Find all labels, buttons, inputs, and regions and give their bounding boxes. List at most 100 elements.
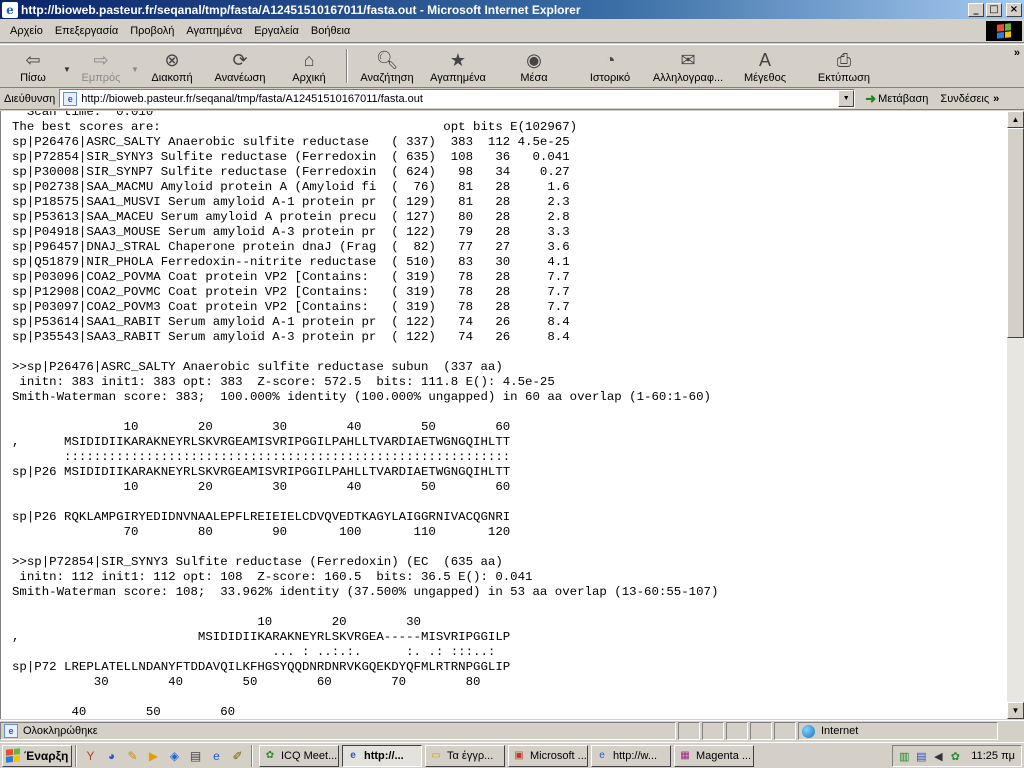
menu-view[interactable]: Προβολή [124, 25, 180, 37]
go-label: Μετάβαση [878, 92, 929, 105]
close-button[interactable]: × [1006, 2, 1022, 17]
back-arrow-icon: ⇦ [25, 49, 41, 70]
task-label: http://w... [613, 749, 658, 762]
toolbar-more-chevron[interactable]: » [1014, 47, 1020, 59]
refresh-label: Ανανέωση [214, 72, 266, 84]
icq-tray-icon[interactable]: ✿ [948, 749, 962, 763]
task-magenta[interactable]: ▦ Magenta ... [674, 744, 754, 767]
ie-app-icon[interactable]: e [2, 1, 18, 18]
clock[interactable]: 11:25 πμ [971, 750, 1015, 762]
links-more-chevron[interactable]: » [993, 93, 999, 105]
media-label: Μέσα [520, 72, 548, 84]
back-button[interactable]: ⇦ Πίσω [6, 45, 60, 87]
printer-icon: ⎙ [836, 49, 852, 70]
address-dropdown-button[interactable]: ▼ [838, 90, 855, 107]
quicklaunch-icon[interactable]: ✎ [123, 747, 142, 765]
size-label: Μέγεθος [743, 72, 786, 84]
windows-flag-icon [6, 748, 20, 763]
media-icon: ◉ [526, 49, 542, 70]
quicklaunch-icon[interactable]: ▶ [144, 747, 163, 765]
task-label: Microsoft ... [530, 749, 587, 762]
mail-icon: ✉ [680, 49, 696, 70]
toolbar-separator [346, 49, 348, 83]
scroll-down-button[interactable]: ▼ [1007, 702, 1024, 719]
menu-file[interactable]: Αρχείο [4, 25, 49, 37]
print-button[interactable]: ⎙ Εκτύπωση [802, 45, 886, 87]
status-cell [726, 722, 748, 740]
task-ie-2[interactable]: e http://w... [591, 744, 671, 767]
task-microsoft[interactable]: ▣ Microsoft ... [508, 744, 588, 767]
back-dropdown[interactable]: ▼ [60, 45, 74, 87]
print-label: Εκτύπωση [817, 72, 871, 84]
refresh-icon: ⟳ [232, 49, 248, 70]
status-cell [774, 722, 796, 740]
quicklaunch-icon[interactable]: ✐ [228, 747, 247, 765]
task-my-documents[interactable]: ▭ Τα έγγρ... [425, 744, 505, 767]
history-label: Ιστορικό [589, 72, 631, 84]
task-label: http://... [364, 749, 404, 762]
start-button[interactable]: Έναρξη [2, 744, 72, 767]
quicklaunch-icon[interactable]: Y [81, 747, 100, 765]
home-button[interactable]: ⌂ Αρχική [278, 45, 340, 87]
stop-icon: ⊗ [164, 49, 180, 70]
go-arrow-icon: ➜ [865, 90, 877, 106]
forward-label: Εμπρός [81, 72, 121, 84]
status-bar: e Ολοκληρώθηκε Internet [0, 720, 1024, 741]
favorites-button[interactable]: ★ Αγαπημένα [420, 45, 496, 87]
forward-button[interactable]: ⇨ Εμπρός [74, 45, 128, 87]
scroll-up-button[interactable]: ▲ [1007, 111, 1024, 128]
start-label: Έναρξη [24, 748, 69, 763]
menu-tools[interactable]: Εργαλεία [248, 25, 305, 37]
page-done-icon: e [4, 724, 18, 738]
address-bar: Διεύθυνση e http://bioweb.pasteur.fr/seq… [0, 88, 1024, 110]
maximize-button[interactable]: □ [986, 2, 1002, 17]
menu-favorites[interactable]: Αγαπημένα [180, 25, 248, 37]
magenta-app-icon: ▦ [680, 750, 690, 761]
taskbar: Έναρξη Y ◕ ✎ ▶ ◈ ▤ e ✐ ✿ ICQ Meet... e h… [0, 742, 1024, 768]
history-button[interactable]: ◔ Ιστορικό [572, 45, 648, 87]
quicklaunch-icon[interactable]: ◈ [165, 747, 184, 765]
task-ie-active[interactable]: e http://... [342, 744, 422, 767]
menu-bar: Αρχείο Επεξεργασία Προβολή Αγαπημένα Εργ… [0, 19, 1024, 43]
mail-button[interactable]: ✉ Αλληλογραφ... [648, 45, 728, 87]
window-title: http://bioweb.pasteur.fr/seqanal/tmp/fas… [21, 2, 581, 17]
taskbar-separator [75, 744, 77, 767]
media-button[interactable]: ◉ Μέσα [496, 45, 572, 87]
search-icon: 🔍︎ [375, 49, 399, 70]
font-size-icon: A [758, 49, 771, 70]
status-cell [702, 722, 724, 740]
home-label: Αρχική [292, 72, 326, 84]
keyboard-icon[interactable]: ▤ [914, 749, 928, 763]
quicklaunch-icon[interactable]: ◕ [102, 747, 121, 765]
task-label: Τα έγγρ... [447, 749, 494, 762]
forward-dropdown[interactable]: ▼ [128, 45, 142, 87]
search-button[interactable]: 🔍︎ Αναζήτηση [354, 45, 420, 87]
volume-icon[interactable]: ◀ [931, 749, 945, 763]
task-icq[interactable]: ✿ ICQ Meet... [259, 744, 339, 767]
quicklaunch-icon[interactable]: ▤ [186, 747, 205, 765]
task-label: Magenta ... [696, 749, 752, 762]
scroll-thumb[interactable] [1007, 128, 1024, 338]
size-button[interactable]: A Μέγεθος [728, 45, 802, 87]
go-button[interactable]: ➜ Μετάβαση [865, 91, 928, 107]
address-input[interactable]: e http://bioweb.pasteur.fr/seqanal/tmp/f… [59, 89, 856, 108]
menu-edit[interactable]: Επεξεργασία [49, 25, 124, 37]
stop-button[interactable]: ⊗ Διακοπή [142, 45, 202, 87]
status-text: Ολοκληρώθηκε [23, 725, 98, 737]
folder-icon: ▭ [431, 750, 441, 761]
task-label: ICQ Meet... [281, 749, 338, 762]
menu-help[interactable]: Βοήθεια [305, 25, 356, 37]
vertical-scrollbar[interactable]: ▲ ▼ [1007, 111, 1024, 719]
home-icon: ⌂ [303, 49, 315, 70]
network-icon[interactable]: ▥ [897, 749, 911, 763]
search-label: Αναζήτηση [360, 72, 414, 84]
minimize-button[interactable]: _ [968, 2, 984, 17]
forward-arrow-icon: ⇨ [93, 49, 109, 70]
refresh-button[interactable]: ⟳ Ανανέωση [202, 45, 278, 87]
quicklaunch-icon[interactable]: e [207, 747, 226, 765]
address-label: Διεύθυνση [4, 92, 56, 105]
address-url[interactable]: http://bioweb.pasteur.fr/seqanal/tmp/fas… [81, 93, 838, 105]
office-icon: ▣ [514, 750, 524, 761]
fasta-output-text: Scan time: 0.010 The best scores are: op… [12, 111, 719, 719]
links-button[interactable]: Συνδέσεις [940, 93, 989, 105]
